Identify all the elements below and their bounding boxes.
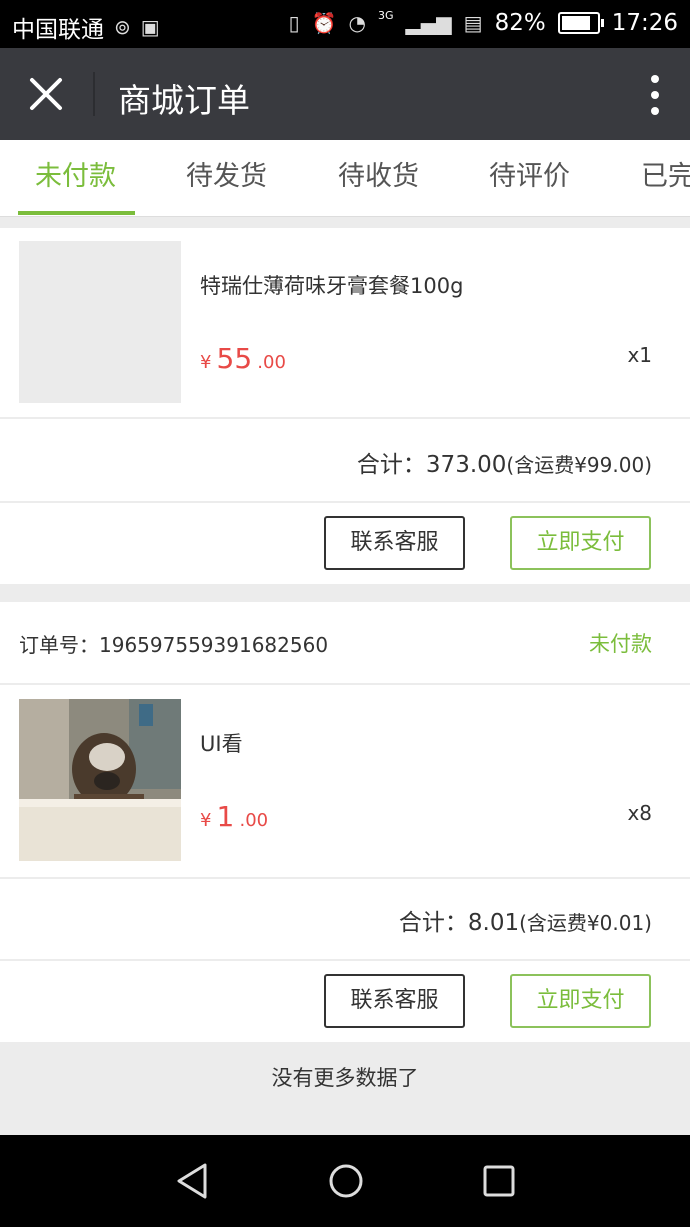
sim-alert-icon: ▤ xyxy=(463,11,483,35)
divider xyxy=(0,877,690,879)
total-value: 373.00 xyxy=(425,452,507,478)
tab-to-ship[interactable]: 待发货 xyxy=(186,140,267,216)
battery-percent: 82% xyxy=(494,10,546,36)
price-decimal: .00 xyxy=(257,352,286,373)
divider xyxy=(0,683,690,685)
order-tabs: 未付款 待发货 待收货 待评价 已完成 xyxy=(0,140,690,217)
alarm-icon: ⏰ xyxy=(311,11,337,35)
signal-icon: ▂▄▆ xyxy=(405,11,452,35)
pay-now-button[interactable]: 立即支付 xyxy=(510,516,651,570)
product-price: ¥ 55 .00 xyxy=(200,342,286,375)
order-status: 未付款 xyxy=(589,632,652,656)
wifi-hotspot-icon: ⊚ xyxy=(114,15,131,39)
recents-icon[interactable] xyxy=(479,1161,519,1201)
order-total: 合计：8.01(含运费¥0.01) xyxy=(399,903,652,937)
product-quantity: x1 xyxy=(627,343,652,367)
total-label: 合计： xyxy=(356,452,426,478)
divider xyxy=(0,501,690,503)
vibrate-icon: ▯ xyxy=(288,11,300,35)
tab-completed[interactable]: 已完成 xyxy=(641,140,690,216)
order-number-value: 196597559391682560 xyxy=(99,633,329,657)
app-notification-icon: ▣ xyxy=(140,15,160,39)
network-type: 3G xyxy=(377,8,394,22)
product-price: ¥ 1 .00 xyxy=(200,800,268,833)
order-total: 合计：373.00(含运费¥99.00) xyxy=(357,445,652,479)
battery-fill xyxy=(561,16,590,30)
price-integer: 55 xyxy=(216,342,253,375)
active-tab-indicator xyxy=(18,211,135,215)
shipping-fee: (含运费¥0.01) xyxy=(519,911,652,935)
tab-to-review[interactable]: 待评价 xyxy=(489,140,570,216)
page-title: 商城订单 xyxy=(118,81,250,120)
battery-icon xyxy=(557,12,604,34)
order-number-label: 订单号： xyxy=(19,633,99,657)
product-name[interactable]: 特瑞仕薄荷味牙膏套餐100g xyxy=(200,270,463,300)
shipping-fee: (含运费¥99.00) xyxy=(506,453,652,477)
tab-unpaid[interactable]: 未付款 xyxy=(35,140,116,216)
tab-to-receive[interactable]: 待收货 xyxy=(338,140,419,216)
home-icon[interactable] xyxy=(326,1161,366,1201)
currency-symbol: ¥ xyxy=(200,352,212,373)
product-name[interactable]: UI看 xyxy=(200,728,243,758)
title-divider xyxy=(93,72,95,116)
contact-service-button[interactable]: 联系客服 xyxy=(324,516,465,570)
close-icon[interactable] xyxy=(22,70,70,118)
product-quantity: x8 xyxy=(627,801,652,825)
more-vertical-icon[interactable] xyxy=(640,72,670,118)
pay-now-button[interactable]: 立即支付 xyxy=(510,974,651,1028)
back-icon[interactable] xyxy=(173,1161,213,1201)
contact-service-button[interactable]: 联系客服 xyxy=(324,974,465,1028)
currency-symbol: ¥ xyxy=(200,810,212,831)
divider xyxy=(0,959,690,961)
order-card: 特瑞仕薄荷味牙膏套餐100g ¥ 55 .00 x1 合计：373.00(含运费… xyxy=(0,228,690,584)
order-card: 订单号：196597559391682560 未付款 UI看 ¥ 1 .00 x… xyxy=(0,602,690,1042)
price-decimal: .00 xyxy=(239,810,269,831)
price-integer: 1 xyxy=(216,800,235,833)
system-nav-bar xyxy=(0,1135,690,1227)
total-value: 8.01 xyxy=(467,910,520,936)
status-bar: 中国联通 ⊚ ▣ ▯ ⏰ ◔ 3G ▂▄▆ ▤ 82% 17:26 xyxy=(0,0,690,48)
total-label: 合计： xyxy=(398,910,468,936)
clock: 17:26 xyxy=(611,10,678,36)
no-more-data-text: 没有更多数据了 xyxy=(271,1066,419,1090)
title-bar: 商城订单 xyxy=(0,48,690,140)
wifi-icon: ◔ xyxy=(348,11,366,35)
product-image-placeholder[interactable] xyxy=(19,241,181,403)
carrier-name: 中国联通 xyxy=(12,17,104,43)
product-image[interactable] xyxy=(19,699,181,861)
divider xyxy=(0,417,690,419)
order-number: 订单号：196597559391682560 xyxy=(19,629,328,658)
